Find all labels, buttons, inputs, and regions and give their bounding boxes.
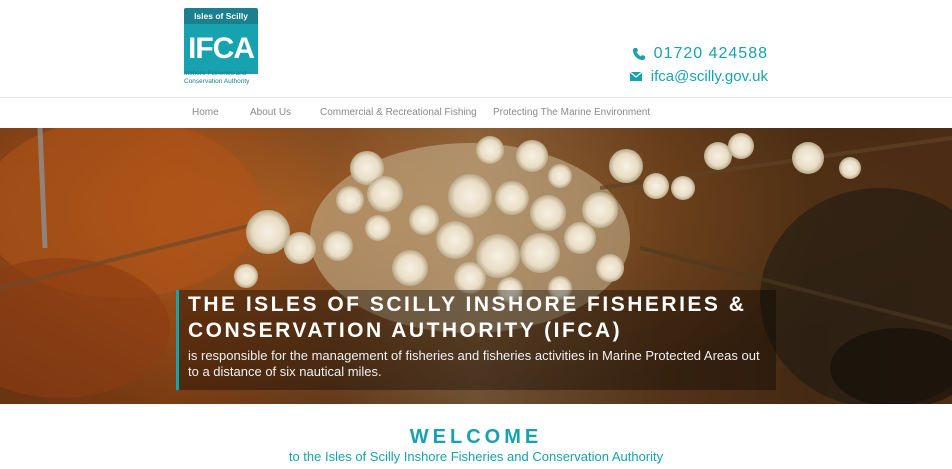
- contact-info: 01720 424588 ifca@scilly.gov.uk: [629, 44, 768, 88]
- welcome-title: WELCOME: [409, 426, 543, 448]
- nav-item-commercial-recreational-fishing[interactable]: Commercial & Recreational Fishing: [320, 107, 477, 118]
- ifca-logo[interactable]: Isles of Scilly IFCA Inshore Fisheries a…: [184, 8, 260, 90]
- hero-title: THE ISLES OF SCILLY INSHORE FISHERIES & …: [188, 292, 778, 344]
- hero-description: is responsible for the management of fis…: [188, 348, 778, 380]
- hero-description-line1: is responsible for the management of fis…: [188, 348, 760, 363]
- hero-text-box: THE ISLES OF SCILLY INSHORE FISHERIES & …: [176, 290, 776, 390]
- nav-item-protecting-marine-environment[interactable]: Protecting The Marine Environment: [493, 107, 650, 118]
- envelope-icon: [629, 69, 643, 83]
- email-address: ifca@scilly.gov.uk: [650, 67, 768, 85]
- site-header: Isles of Scilly IFCA Inshore Fisheries a…: [0, 0, 952, 97]
- main-nav: Home About Us Commercial & Recreational …: [0, 97, 952, 128]
- logo-subtitle: Inshore Fisheries and Conservation Autho…: [184, 70, 274, 86]
- hero-banner: THE ISLES OF SCILLY INSHORE FISHERIES & …: [0, 128, 952, 404]
- phone-row[interactable]: 01720 424588: [629, 44, 768, 64]
- welcome-subtitle: to the Isles of Scilly Inshore Fisheries…: [288, 449, 664, 464]
- phone-icon: [632, 47, 646, 61]
- welcome-section: WELCOME to the Isles of Scilly Inshore F…: [0, 404, 952, 469]
- logo-subtitle-line2: Conservation Authority: [184, 78, 250, 85]
- email-row[interactable]: ifca@scilly.gov.uk: [629, 66, 768, 86]
- logo-main-text: IFCA: [184, 24, 258, 74]
- hero-title-line1: THE ISLES OF SCILLY INSHORE FISHERIES &: [188, 293, 747, 316]
- nav-item-about-us[interactable]: About Us: [250, 107, 291, 118]
- logo-subtitle-line1: Inshore Fisheries and: [184, 70, 247, 77]
- phone-number: 01720 424588: [653, 45, 768, 62]
- hero-description-line2: to a distance of six nautical miles.: [188, 364, 382, 379]
- nav-item-home[interactable]: Home: [192, 107, 219, 118]
- logo-top-text: Isles of Scilly: [184, 8, 258, 24]
- hero-title-line2: CONSERVATION AUTHORITY (IFCA): [188, 319, 623, 342]
